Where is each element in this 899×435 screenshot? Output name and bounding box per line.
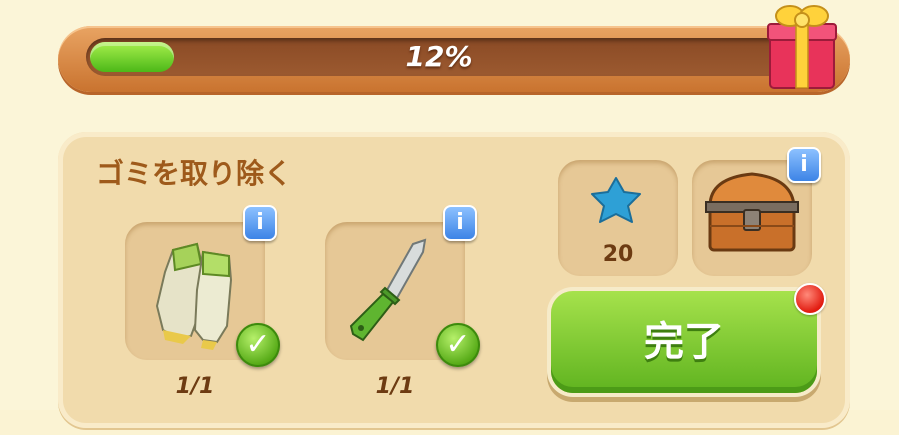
task-title: ゴミを取り除く	[96, 157, 293, 190]
progress-percent: 12%	[405, 40, 473, 73]
requirement-count-gloves: 1/1	[175, 374, 215, 399]
blue-star-icon	[591, 177, 641, 223]
info-button-knife[interactable]: i	[443, 205, 477, 241]
completed-check-icon: ✓	[236, 323, 280, 367]
info-button-chest[interactable]: i	[787, 147, 821, 183]
complete-button[interactable]: 完了	[551, 291, 817, 393]
requirement-count-knife: 1/1	[375, 374, 415, 399]
gift-box-icon[interactable]	[762, 2, 842, 92]
info-button-gloves[interactable]: i	[243, 205, 277, 241]
reward-amount: 20	[602, 242, 634, 267]
task-panel: ゴミを取り除く ✓ i 1/1 ✓ i 1/1 20 i 完了	[58, 132, 850, 428]
notification-dot	[794, 283, 826, 315]
completed-check-icon: ✓	[436, 323, 480, 367]
progress-bar: 12%	[58, 26, 850, 92]
progress-track: 12%	[86, 38, 792, 76]
reward-slot-star[interactable]: 20	[558, 160, 678, 276]
